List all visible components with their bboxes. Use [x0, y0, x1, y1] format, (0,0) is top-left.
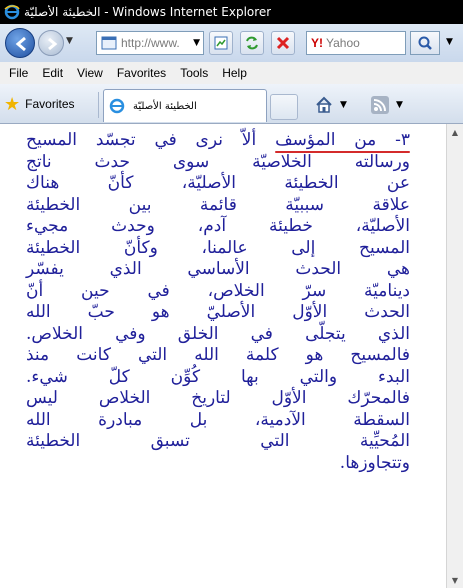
text-line: فالمحرّك الأوّل لتاريخ الخلاص ليس [26, 388, 410, 408]
title-bar: الخطيئة الأصليّة - Windows Internet Expl… [0, 0, 463, 24]
home-button[interactable]: ▼ [314, 94, 347, 116]
menu-help[interactable]: Help [215, 66, 254, 80]
search-icon [418, 36, 432, 50]
text-line: ورسالته الخلاصيّة سوى حدث ناتج [26, 151, 410, 172]
close-icon [276, 36, 290, 50]
favorites-button[interactable]: ★ Favorites [4, 92, 75, 116]
refresh-button[interactable] [240, 31, 264, 55]
tab-current[interactable]: الخطيئة الأصليّة [103, 89, 267, 122]
rss-icon [371, 96, 389, 114]
ie-page-icon [109, 98, 125, 114]
text-line-rest: ألاّ نرى في تجسّد المسيح [26, 130, 257, 150]
scroll-up-icon[interactable]: ▲ [447, 124, 463, 140]
feeds-dropdown-icon[interactable]: ▼ [396, 100, 403, 110]
menu-file[interactable]: File [0, 66, 35, 80]
text-line: الأصليّة، خطيئة آدم، وحدث مجيء [26, 216, 410, 236]
search-placeholder: Yahoo [326, 36, 360, 50]
text-line: ٣- من المؤسف ألاّ نرى في تجسّد المسيح [26, 130, 410, 152]
text-line: البدء والتي بها كُوِّن كلّ شيء. [26, 366, 410, 387]
text-line: الذي يتجلّى في الخلق وفي الخلاص. [26, 323, 410, 344]
yahoo-logo: Y! [311, 36, 323, 50]
article-text: ٣- من المؤسف ألاّ نرى في تجسّد المسيح ور… [26, 130, 410, 474]
text-line: عن الخطيئة الأصليّة، كأنّ هناك [26, 173, 410, 193]
text-line: علاقة سببيّة قائمة بين الخطيئة [26, 194, 410, 215]
text-line: ديناميّة سرّ الخلاص، في حين أنّ [26, 280, 410, 301]
text-line: فالمسيح هو كلمة الله التي كانت منذ [26, 345, 410, 365]
text-line: وتتجاوزها. [339, 452, 410, 473]
menu-favorites[interactable]: Favorites [110, 66, 173, 80]
address-field[interactable]: http://www. ▼ [96, 31, 204, 55]
back-button[interactable] [5, 28, 35, 58]
lead-phrase: ٣- من المؤسف [275, 130, 410, 150]
home-icon [316, 96, 332, 113]
menu-tools[interactable]: Tools [173, 66, 215, 80]
navigation-bar: ▼ http://www. ▼ Y! Yahoo ▼ [0, 24, 463, 62]
address-text: http://www. [121, 36, 180, 50]
text-line: المسيح إلى عالمنا، وكأنّ الخطيئة [26, 237, 410, 258]
recent-pages-dropdown-icon[interactable]: ▼ [66, 36, 73, 46]
toolbar-divider [98, 92, 99, 118]
favorites-label: Favorites [25, 97, 75, 111]
text-line: الحدث الأوّل الأصليّ هو حبّ الله [26, 302, 410, 322]
favorites-bar: ★ Favorites الخطيئة الأصليّة ▼ ▼ [0, 84, 463, 124]
page-icon [101, 36, 117, 50]
refresh-icon [246, 36, 258, 50]
window-title: الخطيئة الأصليّة - Windows Internet Expl… [24, 5, 272, 19]
star-icon: ★ [4, 93, 21, 114]
search-input[interactable]: Y! Yahoo [306, 31, 406, 55]
tab-title: الخطيئة الأصليّة [133, 100, 197, 112]
text-line: السقطة الآدمية، بل مبادرة الله [26, 409, 410, 430]
forward-button[interactable] [38, 30, 64, 56]
arrow-right-icon [48, 37, 58, 51]
new-tab-button[interactable] [270, 94, 298, 120]
text-line: هي الحدث الأساسي الذي يفسّر [26, 259, 410, 279]
menu-edit[interactable]: Edit [35, 66, 70, 80]
menu-bar: File Edit View Favorites Tools Help [0, 62, 463, 84]
feeds-button[interactable]: ▼ [370, 94, 403, 116]
home-dropdown-icon[interactable]: ▼ [340, 100, 347, 110]
ie-logo-icon [4, 4, 20, 20]
menu-view[interactable]: View [70, 66, 110, 80]
search-options-dropdown-icon[interactable]: ▼ [446, 37, 453, 47]
vertical-scrollbar[interactable]: ▲ ▼ [446, 124, 463, 588]
scroll-down-icon[interactable]: ▼ [447, 572, 463, 588]
text-line: المُحيِّية التي تسبق الخطيئة [26, 431, 410, 451]
compatibility-button[interactable] [209, 31, 233, 55]
compatibility-icon [214, 36, 228, 50]
address-dropdown-icon[interactable]: ▼ [193, 38, 200, 48]
search-button[interactable] [410, 31, 440, 55]
page-content: ٣- من المؤسف ألاّ نرى في تجسّد المسيح ور… [0, 124, 446, 588]
stop-button[interactable] [271, 31, 295, 55]
arrow-left-icon [15, 36, 26, 52]
